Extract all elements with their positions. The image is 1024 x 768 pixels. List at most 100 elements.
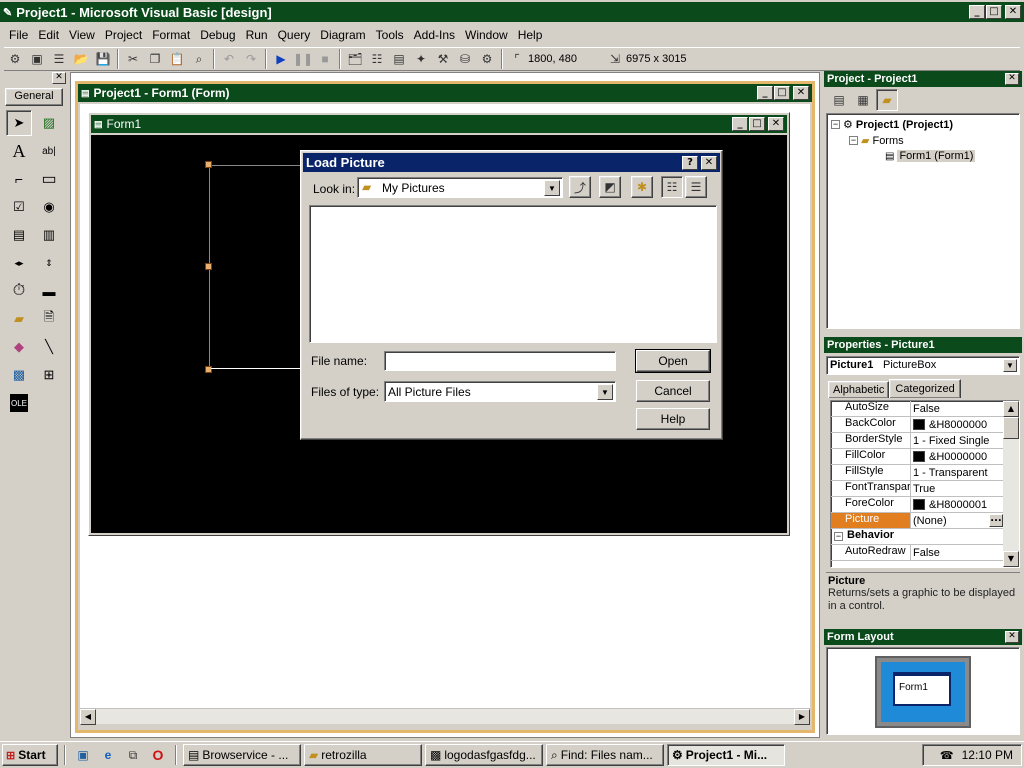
dialog-title-bar[interactable]: Load Picture ? ✕	[303, 153, 720, 172]
tree-item-form1[interactable]: ▤ Form1 (Form1)	[885, 150, 976, 162]
property-row[interactable]: Picture (None)...	[831, 513, 1003, 529]
property-row[interactable]: BorderStyle 1 - Fixed Single	[831, 433, 1003, 449]
filename-field[interactable]	[384, 351, 616, 371]
menu-editor-icon[interactable]: ☰	[48, 48, 70, 70]
property-value[interactable]: &H8000001	[911, 497, 1003, 512]
property-row[interactable]: ForeColor &H8000001	[831, 497, 1003, 513]
menu-help[interactable]: Help	[513, 28, 548, 42]
filelistbox-icon[interactable]: 🗎	[36, 306, 62, 332]
scroll-left-button[interactable]: ◀	[80, 709, 96, 725]
menu-tools[interactable]: Tools	[371, 28, 409, 42]
help-button[interactable]: Help	[636, 408, 710, 430]
tab-categorized[interactable]: Categorized	[889, 379, 961, 398]
commandbutton-icon[interactable]: ▭	[36, 166, 62, 192]
dirlistbox-icon[interactable]: ▰	[6, 306, 32, 332]
close-button[interactable]: ✕	[1005, 5, 1021, 19]
toolbox-close-button[interactable]: ✕	[52, 72, 66, 84]
property-row[interactable]: AutoRedraw False	[831, 545, 1003, 561]
property-category[interactable]: − Behavior	[831, 529, 1003, 545]
property-value[interactable]: False	[911, 401, 1003, 416]
menu-edit[interactable]: Edit	[33, 28, 64, 42]
cancel-button[interactable]: Cancel	[636, 380, 710, 402]
break-icon[interactable]: ❚❚	[292, 48, 314, 70]
form-layout-area[interactable]: Form1	[826, 647, 1020, 735]
maximize-button[interactable]: □	[986, 5, 1002, 19]
form-layout-title-bar[interactable]: Form Layout ✕	[824, 629, 1022, 645]
network-icon[interactable]: ⧉	[122, 744, 144, 766]
start-button[interactable]: ⊞ Start	[2, 744, 58, 766]
file-list[interactable]	[309, 205, 717, 343]
menu-addins[interactable]: Add-Ins	[409, 28, 460, 42]
menu-view[interactable]: View	[64, 28, 100, 42]
shape-icon[interactable]: ◆	[6, 334, 32, 360]
details-view-icon[interactable]: ☰	[685, 176, 707, 198]
up-folder-icon[interactable]: ⤴	[569, 176, 591, 198]
menu-run[interactable]: Run	[241, 28, 273, 42]
dialog-close-button[interactable]: ✕	[701, 155, 717, 170]
redo-icon[interactable]: ↷	[240, 48, 262, 70]
project-title-bar[interactable]: Project - Project1 ✕	[824, 71, 1022, 87]
property-value[interactable]: True	[911, 481, 1003, 496]
menu-window[interactable]: Window	[460, 28, 513, 42]
property-value[interactable]: 1 - Transparent	[911, 465, 1003, 480]
add-project-icon[interactable]: ⚙	[4, 48, 26, 70]
project-tree[interactable]: − ⚙ Project1 (Project1) − ▰ Forms ▤ Form…	[826, 113, 1020, 329]
component-manager-icon[interactable]: ⚙	[476, 48, 498, 70]
tree-root[interactable]: − ⚙ Project1 (Project1)	[831, 118, 953, 131]
toolbox-icon[interactable]: ⚒	[432, 48, 454, 70]
designer-hscrollbar[interactable]: ◀ ▶	[80, 708, 810, 725]
add-form-icon[interactable]: ▣	[26, 48, 48, 70]
designer-maximize-button[interactable]: □	[774, 86, 790, 100]
tree-folder[interactable]: − ▰ Forms	[849, 134, 904, 147]
collapse-icon[interactable]: −	[834, 532, 843, 541]
menu-query[interactable]: Query	[273, 28, 316, 42]
pointer-icon[interactable]: ➤	[6, 110, 32, 136]
save-project-icon[interactable]: 💾	[92, 48, 114, 70]
listbox-icon[interactable]: ▥	[36, 222, 62, 248]
clock[interactable]: 12:10 PM	[962, 748, 1013, 762]
task-project1[interactable]: ⚙ Project1 - Mi...	[667, 744, 785, 766]
open-button[interactable]: Open	[635, 349, 711, 373]
app-title-bar[interactable]: ✎ Project1 - Microsoft Visual Basic [des…	[0, 2, 1024, 22]
form1-maximize-button[interactable]: □	[749, 117, 765, 131]
look-in-combo[interactable]: ▰ My Pictures ▼	[357, 177, 563, 198]
hscrollbar-icon[interactable]: ◂▸	[6, 250, 32, 276]
find-icon[interactable]: ⌕	[188, 48, 210, 70]
properties-window-icon[interactable]: ☷	[366, 48, 388, 70]
property-row[interactable]: FontTransparentTrue	[831, 481, 1003, 497]
property-scrollbar[interactable]: ▲ ▼	[1003, 401, 1019, 567]
image-icon[interactable]: ▩	[6, 362, 32, 388]
checkbox-icon[interactable]: ☑	[6, 194, 32, 220]
object-combo[interactable]: Picture1 PictureBox ▼	[826, 356, 1020, 375]
minimize-button[interactable]: _	[969, 5, 985, 19]
resize-handle[interactable]	[205, 263, 212, 270]
drivelistbox-icon[interactable]: ▬	[36, 278, 62, 304]
filetype-combo[interactable]: All Picture Files ▼	[384, 381, 616, 402]
timer-icon[interactable]: ⏱	[6, 278, 32, 304]
scroll-down-button[interactable]: ▼	[1003, 551, 1019, 567]
internet-explorer-icon[interactable]: e	[97, 744, 119, 766]
picturebox-icon[interactable]: ▨	[36, 110, 62, 136]
menu-file[interactable]: File	[4, 28, 33, 42]
menu-diagram[interactable]: Diagram	[315, 28, 370, 42]
textbox-icon[interactable]: ab|	[36, 138, 62, 164]
property-grid[interactable]: AutoSize False BackColor &H8000000 BorderSty…	[830, 400, 1020, 568]
project-close-button[interactable]: ✕	[1005, 73, 1019, 85]
property-row[interactable]: FillStyle 1 - Transparent	[831, 465, 1003, 481]
undo-icon[interactable]: ↶	[218, 48, 240, 70]
show-desktop-icon[interactable]: ▣	[72, 744, 94, 766]
ellipsis-button[interactable]: ...	[989, 514, 1003, 527]
toggle-folders-icon[interactable]: ▰	[876, 89, 898, 111]
tab-alphabetic[interactable]: Alphabetic	[828, 381, 890, 398]
form1-close-button[interactable]: ✕	[768, 117, 784, 131]
task-logodasf[interactable]: ▩ logodasfgasfdg...	[425, 744, 543, 766]
data-view-icon[interactable]: ⛁	[454, 48, 476, 70]
tray-app-icon[interactable]: ☎	[940, 749, 954, 762]
property-row[interactable]: AutoSize False	[831, 401, 1003, 417]
task-retrozilla[interactable]: ▰ retrozilla	[304, 744, 422, 766]
menu-format[interactable]: Format	[147, 28, 195, 42]
cut-icon[interactable]: ✂	[122, 48, 144, 70]
end-icon[interactable]: ■	[314, 48, 336, 70]
combobox-icon[interactable]: ▤	[6, 222, 32, 248]
resize-handle[interactable]	[205, 161, 212, 168]
